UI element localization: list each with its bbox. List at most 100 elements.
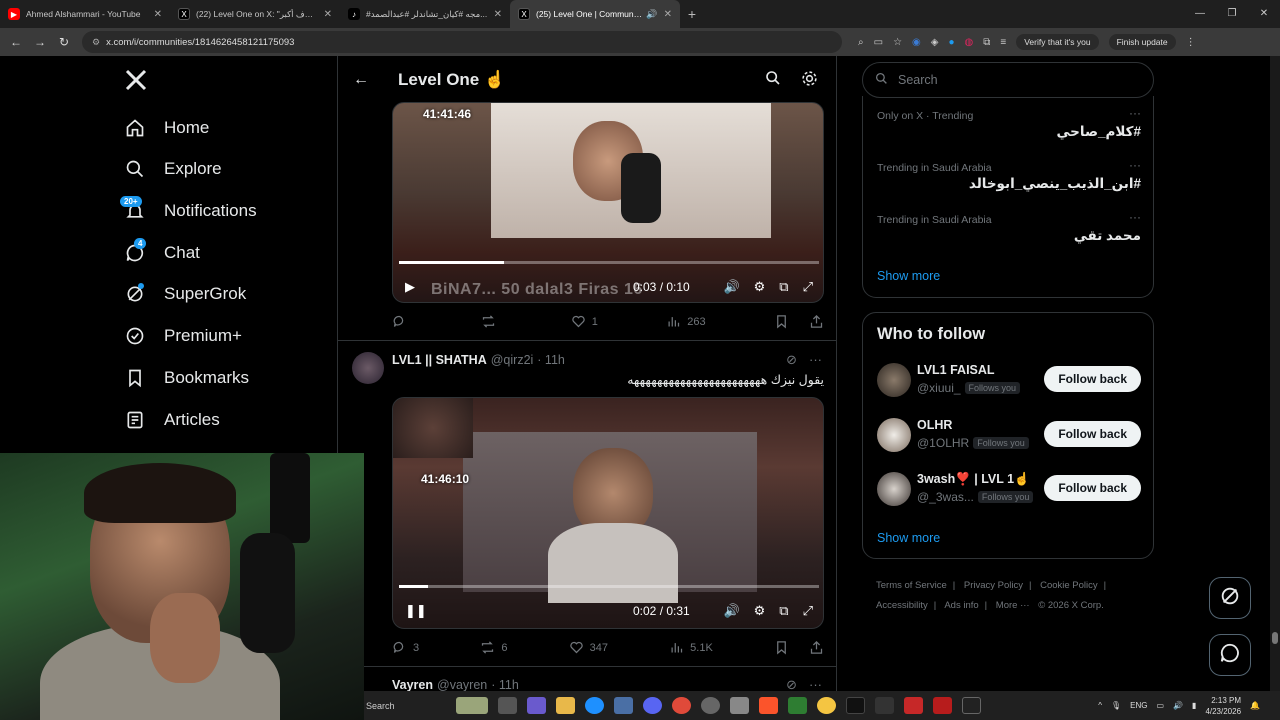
post-time[interactable]: · 11h xyxy=(491,678,519,692)
like-button[interactable]: 347 xyxy=(569,640,608,655)
close-icon[interactable]: ✕ xyxy=(494,9,502,20)
taskbar-search[interactable]: Search xyxy=(364,701,444,711)
chrome-icon[interactable] xyxy=(672,697,691,714)
repost-button[interactable] xyxy=(481,314,502,329)
forward-icon[interactable]: → xyxy=(28,35,52,49)
trend-item[interactable]: Only on X · Trending #كلام_صاحي ··· xyxy=(877,106,1141,140)
scrollbar-thumb[interactable] xyxy=(1272,632,1278,644)
video-progress-bar[interactable] xyxy=(399,261,819,264)
volume-icon[interactable]: 🔊 xyxy=(1173,701,1183,710)
fullscreen-icon[interactable]: ⤢ xyxy=(803,603,813,619)
widget-icon[interactable] xyxy=(456,697,488,714)
bookmark-button[interactable] xyxy=(774,640,824,655)
nav-chat[interactable]: 4 Chat xyxy=(124,237,200,269)
grok-floating-button[interactable] xyxy=(1209,577,1251,619)
extension-icon[interactable]: ◈ xyxy=(931,37,939,48)
restore-icon[interactable]: ❐ xyxy=(1216,0,1248,28)
avatar[interactable] xyxy=(352,352,384,384)
nav-explore[interactable]: Explore xyxy=(124,153,222,185)
show-more-link[interactable]: Show more xyxy=(877,269,940,283)
views-button[interactable]: 263 xyxy=(666,314,706,329)
more-icon[interactable]: ··· xyxy=(1129,210,1141,224)
app-icon[interactable] xyxy=(701,697,720,714)
profile-verify-button[interactable]: Verify that it's you xyxy=(1016,34,1099,50)
volume-icon[interactable]: 🔊 xyxy=(723,279,739,295)
nav-supergrok[interactable]: SuperGrok xyxy=(124,278,246,310)
volume-icon[interactable]: 🔊 xyxy=(723,603,739,619)
settings-icon[interactable]: ⚙ xyxy=(754,603,766,619)
x-logo-icon[interactable] xyxy=(962,697,981,714)
microphone-icon[interactable]: 🎙 xyxy=(1111,701,1121,710)
reply-button[interactable] xyxy=(392,314,413,329)
trend-item[interactable]: Trending in Saudi Arabia محمد تقي ··· xyxy=(877,210,1141,244)
nav-home[interactable]: Home xyxy=(124,112,209,144)
brave-icon[interactable] xyxy=(759,697,778,714)
extension-icon[interactable]: ● xyxy=(948,37,954,48)
page-scrollbar[interactable] xyxy=(1270,56,1280,696)
follow-back-button[interactable]: Follow back xyxy=(1044,421,1141,447)
close-icon[interactable]: ✕ xyxy=(664,9,672,20)
edge-icon[interactable] xyxy=(585,697,604,714)
nav-premium[interactable]: Premium+ xyxy=(124,320,242,352)
app-icon[interactable] xyxy=(730,697,749,714)
search-icon[interactable] xyxy=(765,70,781,92)
terms-link[interactable]: Terms of Service xyxy=(876,580,947,591)
bookmark-button[interactable] xyxy=(774,314,824,329)
show-more-link[interactable]: Show more xyxy=(877,531,940,545)
fullscreen-icon[interactable]: ⤢ xyxy=(803,279,813,295)
minimize-icon[interactable]: — xyxy=(1184,0,1216,28)
x-logo-icon[interactable] xyxy=(124,68,150,94)
menu-icon[interactable]: ⋮ xyxy=(1186,37,1196,48)
new-tab-button[interactable]: + xyxy=(680,6,704,22)
speaker-icon[interactable]: 🔊 xyxy=(646,9,657,20)
discord-icon[interactable] xyxy=(643,697,662,714)
author-name[interactable]: Vayren xyxy=(392,678,433,692)
avatar[interactable] xyxy=(877,363,911,397)
network-icon[interactable]: ▭ xyxy=(1157,701,1165,710)
browser-tab-levelone-community[interactable]: X (25) Level One | Communi... 🔊 ✕ xyxy=(510,0,680,28)
play-icon[interactable]: ▶ xyxy=(405,279,415,295)
author-handle[interactable]: @vayren xyxy=(437,678,487,692)
messages-floating-button[interactable] xyxy=(1209,634,1251,676)
battery-icon[interactable]: ▮ xyxy=(1192,701,1196,710)
video-progress-bar[interactable] xyxy=(399,585,819,588)
site-info-icon[interactable]: ⚙ xyxy=(92,37,100,48)
pause-icon[interactable]: ❚❚ xyxy=(405,603,427,619)
avatar[interactable] xyxy=(877,418,911,452)
notification-icon[interactable]: 🔔 xyxy=(1250,701,1260,710)
post-time[interactable]: · 11h xyxy=(537,353,565,367)
extension-icon[interactable]: ◉ xyxy=(912,37,921,48)
follow-back-button[interactable]: Follow back xyxy=(1044,366,1141,392)
nav-articles[interactable]: Articles xyxy=(124,404,220,436)
avatar[interactable] xyxy=(877,472,911,506)
more-icon[interactable]: ··· xyxy=(1129,158,1141,172)
more-icon[interactable]: ··· xyxy=(1129,106,1141,120)
trend-item[interactable]: Trending in Saudi Arabia #ابن_الذيب_ينصي… xyxy=(877,158,1141,192)
settings-icon[interactable] xyxy=(801,70,818,92)
cookie-link[interactable]: Cookie Policy xyxy=(1040,580,1098,591)
author-name[interactable]: LVL1 || SHATHA xyxy=(392,353,487,367)
views-button[interactable]: 5.1K xyxy=(669,640,713,655)
back-icon[interactable]: ← xyxy=(4,35,28,49)
more-icon[interactable]: ··· xyxy=(809,352,822,368)
finish-update-button[interactable]: Finish update xyxy=(1108,34,1176,50)
task-view-icon[interactable] xyxy=(498,697,517,714)
media-icon[interactable]: ≡ xyxy=(1000,37,1006,48)
reload-icon[interactable]: ↻ xyxy=(52,35,76,49)
extension-icon[interactable]: ◍ xyxy=(965,37,974,48)
file-explorer-icon[interactable] xyxy=(556,697,575,714)
privacy-link[interactable]: Privacy Policy xyxy=(964,580,1023,591)
app-icon[interactable] xyxy=(904,697,923,714)
copilot-icon[interactable] xyxy=(527,697,546,714)
follow-suggestion[interactable]: LVL1 FAISAL @xiuui_ Follows you Follow ba… xyxy=(877,361,1141,401)
app-icon[interactable] xyxy=(817,697,836,714)
star-icon[interactable]: ☆ xyxy=(893,37,902,48)
tiktok-icon[interactable] xyxy=(846,697,865,714)
follow-suggestion[interactable]: OLHR @1OLHR Follows you Follow back xyxy=(877,416,1141,456)
close-icon[interactable]: ✕ xyxy=(324,9,332,20)
repost-button[interactable]: 6 xyxy=(480,640,507,655)
ads-info-link[interactable]: Ads info xyxy=(944,600,978,611)
excel-icon[interactable] xyxy=(788,697,807,714)
pip-icon[interactable]: ⧉ xyxy=(779,279,788,295)
nav-bookmarks[interactable]: Bookmarks xyxy=(124,362,249,394)
